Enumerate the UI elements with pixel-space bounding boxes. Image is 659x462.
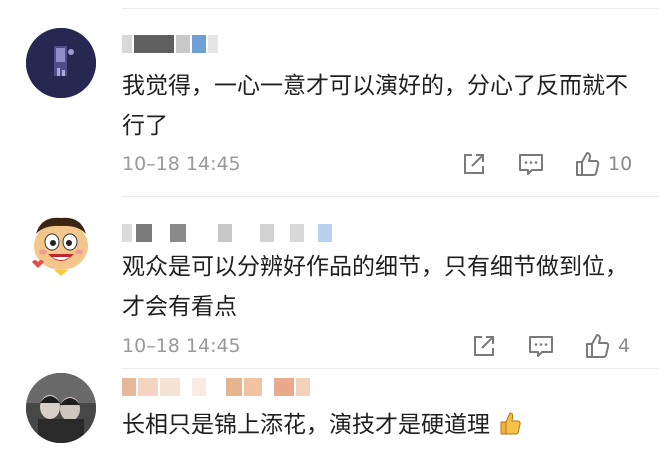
like-button[interactable]: 10 — [574, 150, 632, 178]
like-count: 4 — [618, 335, 631, 357]
thumbs-up-icon — [586, 334, 610, 358]
like-count: 10 — [608, 153, 633, 175]
share-icon — [464, 154, 484, 174]
avatar-image — [32, 217, 88, 276]
comment-time: 10–18 14:45 — [122, 335, 241, 357]
comment-text-content: 长相只是锦上添花，演技才是硬道理 — [122, 412, 490, 438]
avatar-image — [26, 373, 96, 443]
thumbs-up-emoji-icon — [497, 409, 521, 449]
avatar[interactable] — [26, 373, 96, 443]
comment-button[interactable] — [518, 150, 544, 178]
username-masked[interactable] — [122, 378, 322, 396]
comment-meta: 10–18 14:45 4 — [122, 332, 642, 360]
avatar[interactable] — [26, 28, 96, 98]
share-button[interactable] — [462, 150, 486, 178]
avatar[interactable] — [26, 210, 96, 280]
username-masked[interactable] — [122, 35, 242, 53]
share-icon — [474, 336, 494, 356]
comment-time: 10–18 14:45 — [122, 153, 241, 175]
comment-divider — [122, 368, 659, 369]
comment-text: 观众是可以分辨好作品的细节，只有细节做到位，才会有看点 — [122, 254, 628, 320]
comment-button[interactable] — [528, 332, 554, 360]
comment-icon — [519, 154, 543, 175]
comment-icon — [529, 336, 553, 357]
top-divider — [122, 8, 659, 9]
share-button[interactable] — [472, 332, 496, 360]
comment-meta: 10–18 14:45 10 — [122, 150, 642, 178]
username-masked[interactable] — [122, 224, 342, 242]
comment-text: 长相只是锦上添花，演技才是硬道理 — [122, 405, 642, 449]
avatar-image — [26, 28, 96, 98]
like-button[interactable]: 4 — [584, 332, 630, 360]
comment-text: 我觉得，一心一意才可以演好的，分心了反而就不行了 — [122, 73, 628, 139]
thumbs-up-icon — [576, 152, 600, 176]
comment-divider — [122, 196, 659, 197]
